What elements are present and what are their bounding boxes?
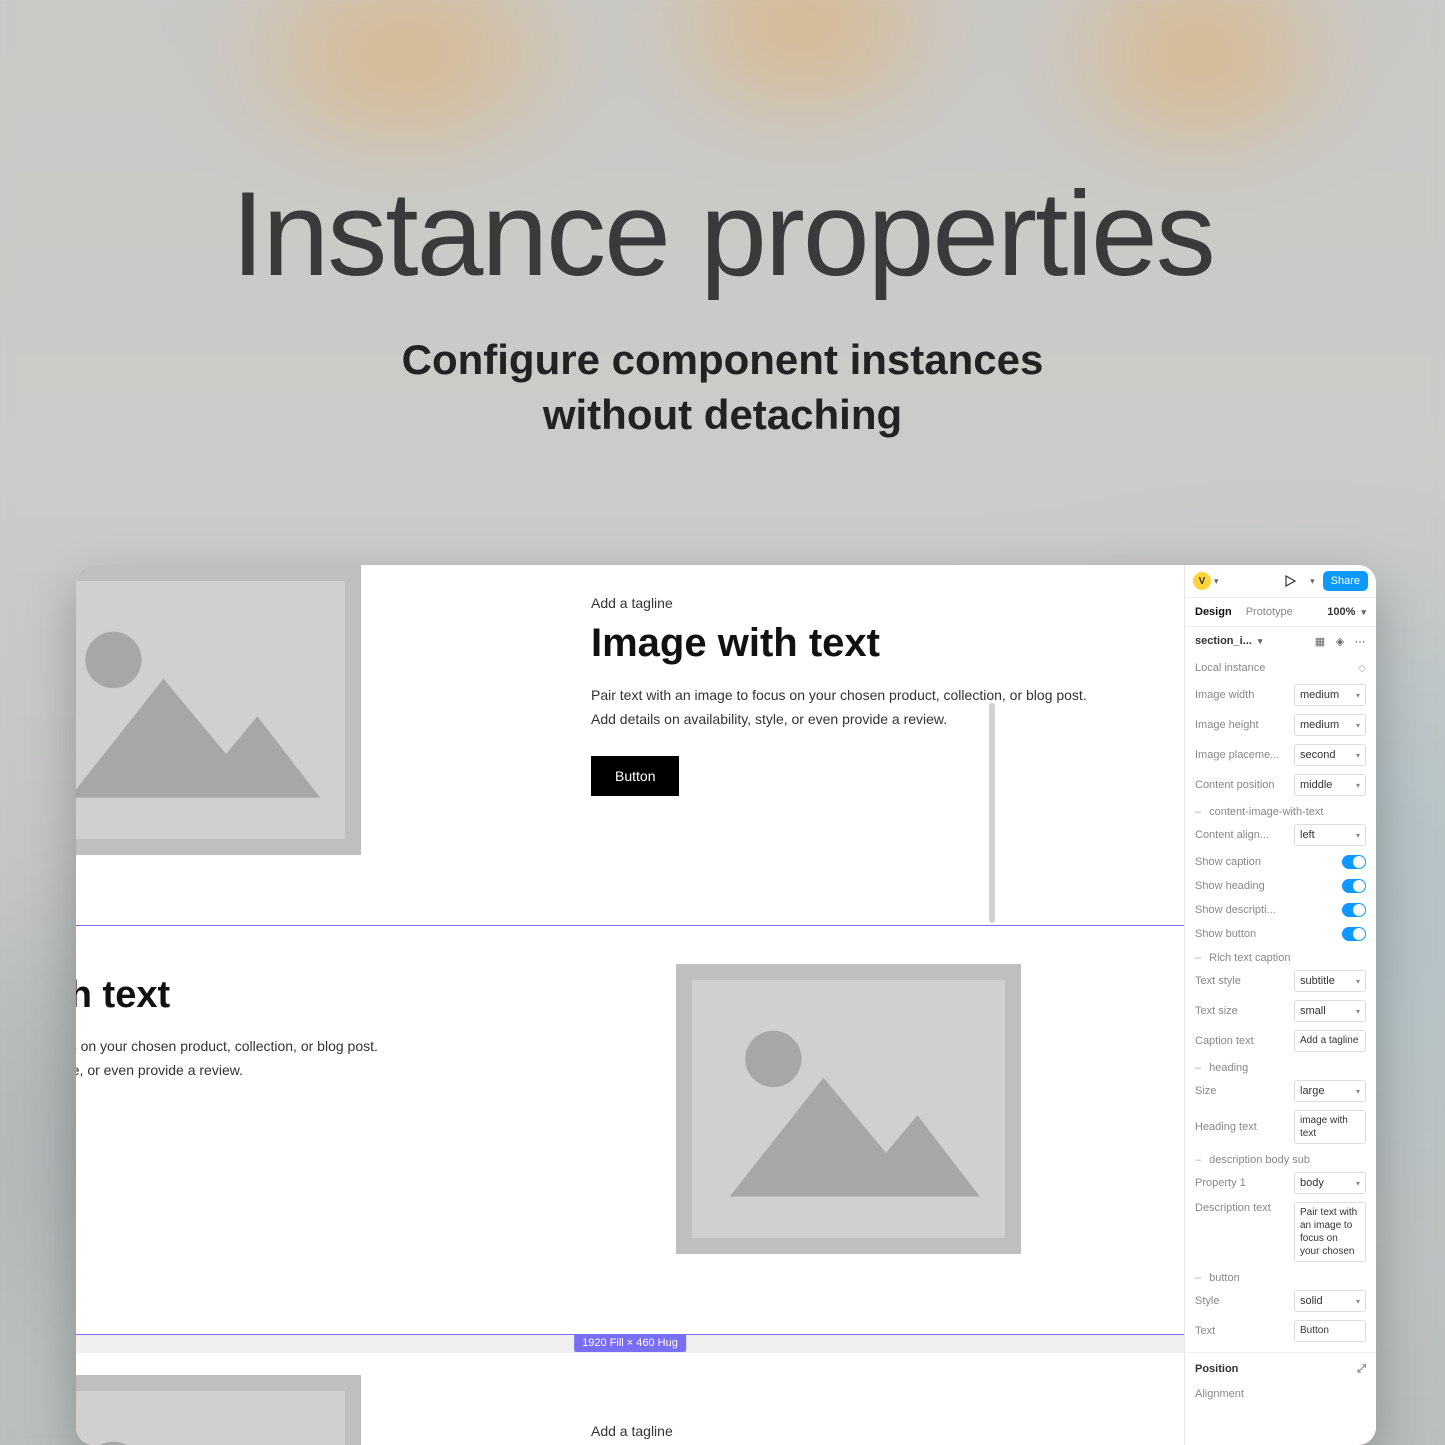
group-heading[interactable]: heading [1185,1056,1376,1076]
group-rich-text-caption[interactable]: Rich text caption [1185,946,1376,966]
share-button[interactable]: Share [1323,571,1368,591]
heading-size-select[interactable]: large▾ [1294,1080,1366,1102]
group-description[interactable]: description body sub [1185,1148,1376,1168]
image-width-select[interactable]: medium▾ [1294,684,1366,706]
description-text: Pair text with an image to focus on your… [591,684,1111,732]
prop-label: Image width [1195,689,1288,701]
chevron-down-icon[interactable]: ▾ [1214,576,1219,587]
prop-label: Show heading [1195,880,1336,892]
more-icon[interactable]: ⋯ [1354,635,1366,647]
prop-label: Size [1195,1085,1288,1097]
cta-button[interactable]: Button [591,756,679,796]
prop-label: Text size [1195,1005,1288,1017]
text-size-select[interactable]: small▾ [1294,1000,1366,1022]
user-avatar[interactable]: V [1193,572,1211,590]
prop-label: Text [1195,1325,1288,1337]
image-placement-select[interactable]: second▾ [1294,744,1366,766]
image-placeholder-icon [676,964,1021,1254]
position-icon[interactable]: ⤢ [1357,1363,1366,1376]
section-text-block: Add a tagline Image with text Pair text … [591,595,1151,796]
grid-icon[interactable]: ▦ [1314,635,1326,647]
property1-select[interactable]: body▾ [1294,1172,1366,1194]
prop-label: Property 1 [1195,1177,1288,1189]
component-icon[interactable]: ◈ [1334,635,1346,647]
prop-label: Style [1195,1295,1288,1307]
show-caption-toggle[interactable] [1342,855,1366,869]
prop-label: Text style [1195,975,1288,987]
section-image-with-text-3[interactable]: Add a tagline [76,1353,1184,1445]
content-align-select[interactable]: left▾ [1294,824,1366,846]
hero-title: Instance properties [0,165,1445,303]
prop-label: Content position [1195,779,1288,791]
play-icon[interactable] [1281,572,1299,590]
prop-label: Caption text [1195,1035,1288,1047]
design-canvas[interactable]: Add a tagline Image with text Pair text … [76,565,1184,1445]
inspector-tabs: Design Prototype 100% ▾ [1185,598,1376,627]
description-text: e to focus on your chosen product, colle… [76,1035,516,1083]
show-description-toggle[interactable] [1342,903,1366,917]
group-content-image-with-text[interactable]: content-image-with-text [1185,800,1376,820]
hero-subtitle: Configure component instances without de… [0,333,1445,442]
image-height-select[interactable]: medium▾ [1294,714,1366,736]
local-instance-row: Local instance ◇ [1185,656,1376,680]
button-style-select[interactable]: solid▾ [1294,1290,1366,1312]
content-position-select[interactable]: middle▾ [1294,774,1366,796]
show-heading-toggle[interactable] [1342,879,1366,893]
inspector-topbar: V ▾ ▾ Share [1185,565,1376,598]
button-text-input[interactable]: Button [1294,1320,1366,1342]
tagline-text: Add a tagline [591,595,1151,611]
instance-name[interactable]: section_i... [1195,635,1252,647]
figma-window: Add a tagline Image with text Pair text … [76,565,1376,1445]
prop-label: Show descripti... [1195,904,1336,916]
prop-label: Show caption [1195,856,1336,868]
tab-design[interactable]: Design [1195,606,1232,618]
selection-size-label: 1920 Fill × 460 Hug [574,1334,686,1352]
diamond-icon[interactable]: ◇ [1358,663,1366,674]
heading-text-input[interactable]: image with text [1294,1110,1366,1144]
prop-label: Image placeme... [1195,749,1288,761]
text-style-select[interactable]: subtitle▾ [1294,970,1366,992]
hero: Instance properties Configure component … [0,165,1445,442]
description-text-input[interactable]: Pair text with an image to focus on your… [1294,1202,1366,1262]
prop-label: Description text [1195,1202,1288,1214]
zoom-level[interactable]: 100% ▾ [1327,606,1366,618]
canvas-scrollbar[interactable] [989,573,995,1437]
position-section-header[interactable]: Position ⤢ [1185,1352,1376,1380]
image-placeholder-icon [76,1375,361,1445]
prop-label: Content align... [1195,829,1288,841]
section-text-block: Add a tagline [591,1423,673,1445]
show-button-toggle[interactable] [1342,927,1366,941]
prop-label: Heading text [1195,1121,1288,1133]
section-text-block: with text e to focus on your chosen prod… [76,974,516,1107]
section-image-with-text-2-selected[interactable]: with text e to focus on your chosen prod… [76,925,1184,1335]
heading-text: with text [76,974,516,1017]
inspector-panel: V ▾ ▾ Share Design Prototype 100% ▾ sect… [1184,565,1376,1445]
instance-header: section_i... ▾ ▦ ◈ ⋯ [1185,627,1376,656]
image-placeholder-icon [76,565,361,855]
tab-prototype[interactable]: Prototype [1246,606,1293,618]
tagline-text: Add a tagline [591,1423,673,1439]
prop-label: Show button [1195,928,1336,940]
prop-label: Image height [1195,719,1288,731]
caption-text-input[interactable]: Add a tagline [1294,1030,1366,1052]
alignment-label: Alignment [1195,1388,1366,1400]
chevron-down-icon[interactable]: ▾ [1310,576,1315,587]
group-button[interactable]: button [1185,1266,1376,1286]
heading-text: Image with text [591,621,1151,666]
section-image-with-text-1[interactable]: Add a tagline Image with text Pair text … [76,565,1184,925]
